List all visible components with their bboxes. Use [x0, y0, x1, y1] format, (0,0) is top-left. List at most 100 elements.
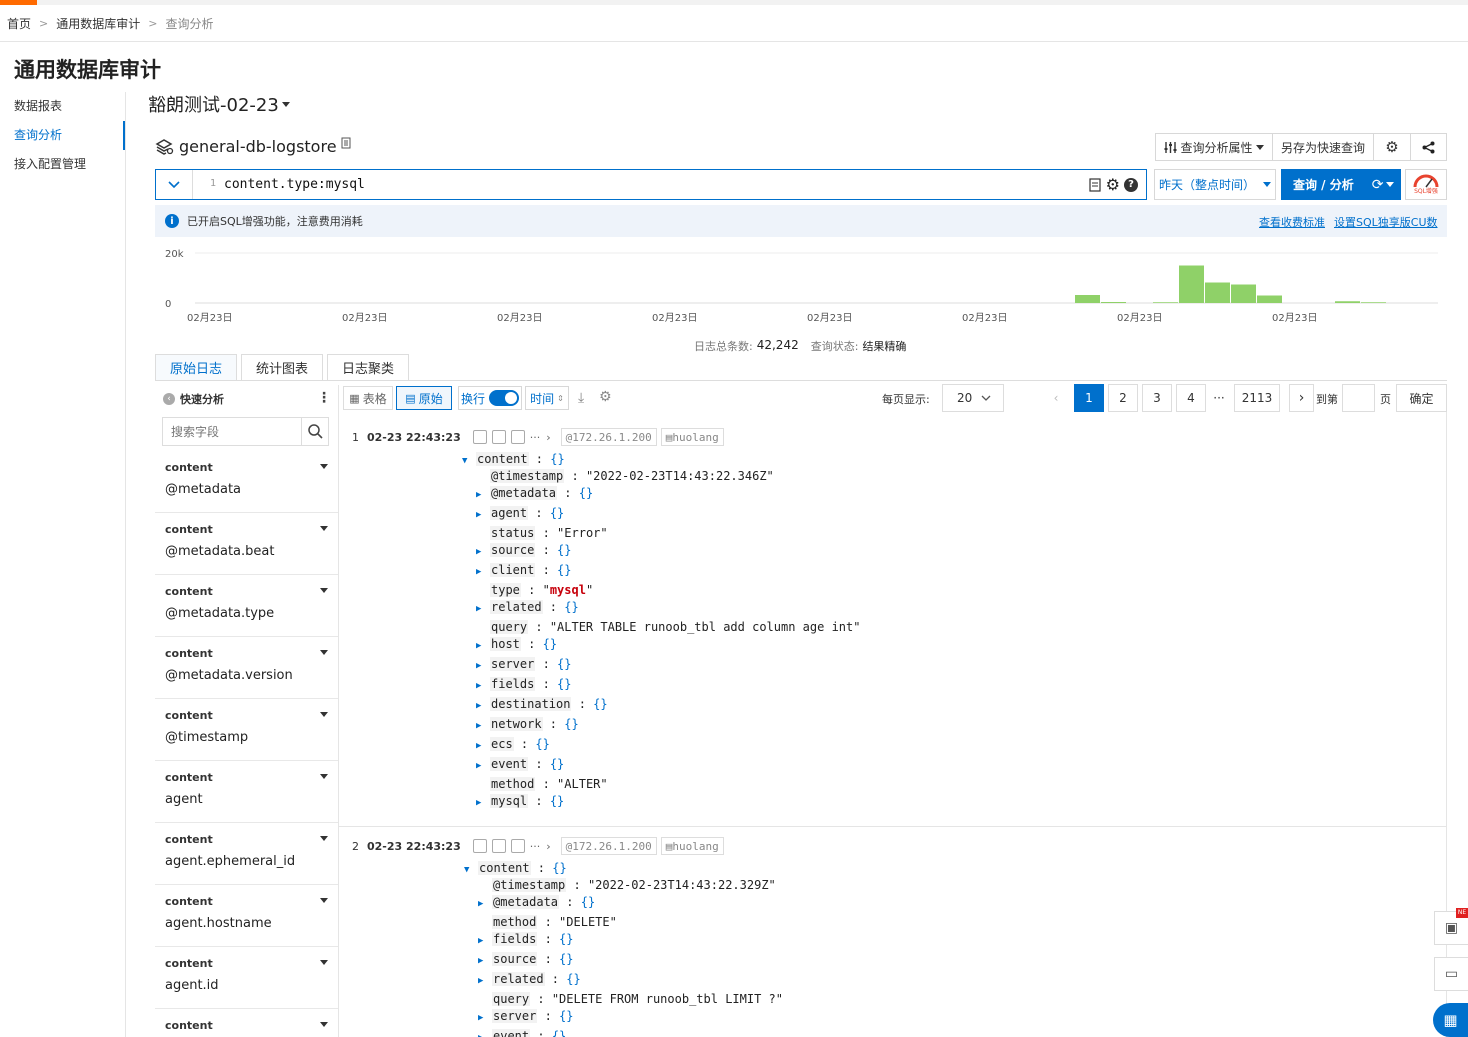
collapsed-icon[interactable]: ▶ — [476, 698, 490, 714]
json-row[interactable]: ▶ @metadata : {} — [476, 485, 593, 503]
float-docs-button[interactable]: ▣ NE — [1434, 908, 1468, 945]
json-key[interactable]: method — [490, 777, 536, 791]
collapsed-icon[interactable]: ▶ — [476, 658, 490, 674]
caret-down-icon[interactable] — [320, 650, 328, 655]
histogram-bar[interactable] — [1205, 282, 1230, 304]
json-key[interactable]: destination — [490, 697, 572, 711]
tab-raw-logs[interactable]: 原始日志 — [155, 354, 238, 381]
json-row[interactable]: ▶ mysql : {} — [476, 793, 564, 811]
log-histogram[interactable]: 20k 0 02月23日 02月23日 02月23日 02月23日 02月23日 02月23日… — [155, 245, 1447, 327]
json-row[interactable]: ▼ content : {} — [464, 860, 567, 878]
copy-icon[interactable] — [472, 430, 487, 444]
json-row[interactable]: ▶ source : {} — [478, 951, 574, 969]
prev-page-button[interactable]: ‹ — [1042, 384, 1070, 412]
field-item[interactable]: content agent.ephemeral_id — [155, 823, 338, 885]
time-range-select[interactable]: 昨天（整点时间） — [1154, 169, 1276, 200]
histogram-bar[interactable] — [1335, 301, 1360, 303]
time-sort-button[interactable]: 时间 ⇕ — [525, 386, 569, 410]
copy-icon[interactable] — [341, 137, 353, 151]
float-chat-button[interactable]: ▭ — [1434, 957, 1468, 991]
project-selector[interactable]: 豁朗测试-02-23 — [148, 91, 290, 117]
sql-enhance-button[interactable]: SQL增强 — [1405, 169, 1447, 200]
livetail-icon[interactable] — [510, 839, 525, 853]
tab-log-clusters[interactable]: 日志聚类 — [327, 354, 410, 381]
collapsed-icon[interactable]: ▶ — [476, 487, 490, 503]
json-key[interactable]: server — [492, 1009, 538, 1023]
caret-down-icon[interactable] — [320, 898, 328, 903]
more-icon[interactable]: ⋮ — [317, 390, 331, 406]
sql-cu-link[interactable]: 设置SQL独享版CU数 — [1334, 214, 1438, 230]
json-key[interactable]: @metadata — [490, 486, 558, 500]
histogram-bar[interactable] — [1361, 302, 1386, 303]
more-icon[interactable]: ··· — [530, 840, 541, 853]
json-key[interactable]: query — [490, 620, 529, 634]
collapsed-icon[interactable]: ▶ — [476, 758, 490, 774]
settings-button[interactable]: ⚙ — [1373, 133, 1411, 161]
json-row[interactable]: ▶ server : {} — [476, 656, 572, 674]
json-row[interactable]: ▶ fields : {} — [478, 931, 574, 949]
json-key[interactable]: ecs — [490, 737, 514, 751]
collapsed-icon[interactable]: ▶ — [478, 1010, 492, 1026]
json-row[interactable]: ▶event : {} — [476, 756, 564, 774]
histogram-bar[interactable] — [1153, 302, 1178, 303]
json-key[interactable]: network — [490, 717, 543, 731]
view-table-button[interactable]: ▦ 表格 — [343, 386, 393, 410]
log-ip-tag[interactable]: @172.26.1.200 — [560, 837, 657, 855]
page-2-button[interactable]: 2 — [1108, 384, 1138, 412]
chevron-right-icon[interactable]: › — [546, 431, 550, 444]
collapsed-icon[interactable]: ▶ — [476, 738, 490, 754]
json-key[interactable]: method — [492, 915, 538, 929]
json-key[interactable]: server — [490, 657, 536, 671]
json-key[interactable]: content — [476, 452, 529, 466]
collapsed-icon[interactable]: ▶ — [478, 973, 492, 989]
query-properties-button[interactable]: 查询分析属性 — [1155, 133, 1273, 161]
page-1-button[interactable]: 1 — [1074, 384, 1104, 412]
refresh-icon[interactable]: ⟳ — [1372, 177, 1384, 193]
json-value-highlight[interactable]: mysql — [550, 583, 586, 597]
json-key[interactable]: source — [490, 543, 536, 557]
copy-icon[interactable] — [472, 839, 487, 853]
json-key[interactable]: event — [492, 1029, 531, 1037]
json-row[interactable]: ▶ server : {} — [478, 1008, 574, 1026]
field-item[interactable]: content agent.id — [155, 947, 338, 1009]
nav-item-access-config[interactable]: 接入配置管理 — [0, 150, 126, 179]
field-item[interactable]: content agent.hostname — [155, 885, 338, 947]
json-key[interactable]: status — [490, 526, 536, 540]
expanded-icon[interactable]: ▼ — [462, 453, 476, 469]
next-page-button[interactable]: › — [1289, 384, 1314, 412]
caret-down-icon[interactable] — [320, 588, 328, 593]
view-raw-button[interactable]: ▤ 原始 — [396, 386, 452, 410]
histogram-bar[interactable] — [1231, 284, 1256, 304]
last-page-button[interactable]: 2113 — [1234, 384, 1280, 412]
pricing-link[interactable]: 查看收费标准 — [1259, 214, 1325, 230]
caret-down-icon[interactable] — [320, 464, 328, 469]
json-row[interactable]: ▶ destination : {} — [476, 696, 608, 714]
json-key[interactable]: fields — [492, 932, 538, 946]
caret-down-icon[interactable] — [320, 526, 328, 531]
query-history-toggle[interactable] — [156, 170, 193, 199]
json-row[interactable]: ▶ related : {} — [476, 599, 579, 617]
breadcrumb-home[interactable]: 首页 — [7, 15, 31, 32]
collapsed-icon[interactable]: ▶ — [476, 718, 490, 734]
json-row[interactable]: ▶ agent : {} — [476, 505, 564, 523]
json-value[interactable]: "2022-02-23T14:43:22.329Z" — [588, 878, 776, 892]
breadcrumb-section[interactable]: 通用数据库审计 — [56, 15, 140, 32]
json-row[interactable]: ▶ client : {} — [476, 562, 572, 580]
json-value[interactable]: "Error" — [557, 526, 608, 540]
json-key[interactable]: event — [490, 757, 529, 771]
collapsed-icon[interactable]: ▶ — [478, 953, 492, 969]
caret-down-icon[interactable] — [320, 836, 328, 841]
query-settings-icon[interactable]: ⚙ — [1106, 175, 1120, 194]
json-key[interactable]: mysql — [490, 794, 529, 808]
histogram-bar[interactable] — [1101, 302, 1126, 303]
caret-down-icon[interactable] — [320, 712, 328, 717]
json-value[interactable]: "ALTER" — [557, 777, 608, 791]
json-key[interactable]: content — [478, 861, 531, 875]
json-row[interactable]: ▶ ecs : {} — [476, 736, 550, 754]
json-key[interactable]: source — [492, 952, 538, 966]
json-key[interactable]: query — [492, 992, 531, 1006]
search-analyze-button[interactable]: 查询 / 分析 ⟳ — [1281, 169, 1401, 200]
wrap-toggle[interactable]: 换行 — [458, 386, 522, 410]
collapsed-icon[interactable]: ▶ — [476, 638, 490, 654]
download-icon[interactable]: ⤓ — [578, 390, 584, 406]
